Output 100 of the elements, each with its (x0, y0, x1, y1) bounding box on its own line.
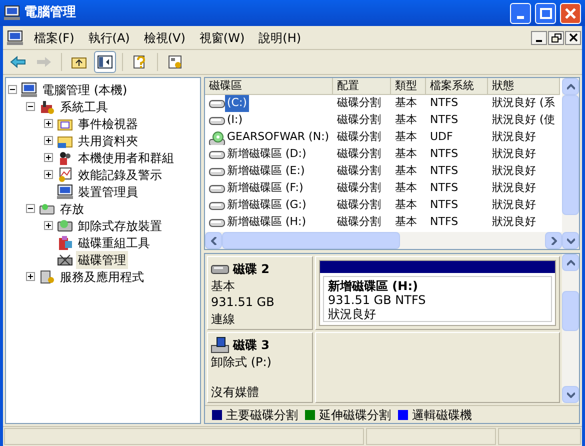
legend-label: 主要磁碟分割 (226, 406, 298, 424)
menu-item[interactable]: 視窗(W) (192, 28, 252, 46)
minimize-button[interactable] (531, 30, 547, 44)
close-icon (568, 33, 578, 42)
volume-name[interactable]: 新增磁碟區 (H:) (225, 214, 308, 231)
volume-name[interactable]: 新增磁碟區 (F:) (225, 180, 306, 197)
column-header[interactable]: 磁碟區 (205, 78, 333, 95)
collapse-icon[interactable] (26, 204, 35, 213)
column-header[interactable]: 類型 (391, 78, 426, 95)
table-cell-text: 狀況良好 (492, 146, 536, 162)
scroll-thumb[interactable] (562, 291, 579, 331)
menu-item[interactable]: 檔案(F) (27, 28, 82, 46)
table-cell-text: 基本 (395, 197, 417, 214)
collapse-icon[interactable] (26, 102, 35, 111)
table-cell-text: 磁碟分割 (337, 112, 381, 128)
disk-name: 磁碟 3 (233, 337, 270, 354)
table-cell-text: 磁碟分割 (337, 129, 381, 146)
maximize-button[interactable] (535, 2, 556, 24)
partition-size: 931.51 GB NTFS (328, 293, 427, 307)
table-cell-text: 磁碟分割 (337, 95, 381, 112)
collapse-icon[interactable] (8, 85, 17, 94)
table-cell-text: 狀況良好 (492, 129, 536, 146)
column-header[interactable]: 狀態 (488, 78, 560, 95)
table-cell-text: 狀況良好 (使 (492, 112, 555, 128)
table-cell-text: 磁碟分割 (337, 163, 381, 180)
table-cell-text: 磁碟分割 (337, 214, 381, 230)
tree-item[interactable]: 事件檢視器 (76, 114, 140, 132)
back-arrow-icon (10, 54, 26, 70)
cd-drive-icon (209, 130, 225, 144)
legend-label: 延伸磁碟分割 (319, 406, 391, 424)
computer-icon (57, 184, 73, 200)
scroll-thumb[interactable] (222, 232, 400, 249)
table-cell-text: NTFS (430, 214, 458, 230)
disk-detail: 沒有媒體 (211, 384, 260, 400)
computer-icon (21, 82, 37, 98)
removable-disk-icon (211, 337, 229, 353)
tree-item[interactable]: 裝置管理員 (76, 182, 140, 200)
scroll-down-button[interactable] (562, 232, 579, 249)
table-cell-text: UDF (430, 129, 453, 146)
volume-name[interactable]: 新增磁碟區 (G:) (225, 197, 308, 214)
window-title: 電腦管理 (24, 4, 77, 22)
tree-item[interactable]: 本機使用者和群組 (76, 148, 176, 166)
expand-icon[interactable] (44, 170, 53, 179)
expand-icon[interactable] (44, 153, 53, 162)
volume-name[interactable]: 新增磁碟區 (D:) (225, 146, 308, 163)
tree-item[interactable]: 電腦管理 (本機) (40, 80, 130, 98)
table-cell-text: 磁碟分割 (337, 180, 381, 196)
disk-detail: 基本 (211, 278, 236, 294)
close-icon (565, 8, 576, 18)
scroll-thumb[interactable] (562, 95, 579, 215)
disk-name: 磁碟 2 (233, 261, 270, 278)
tree-item[interactable]: 系統工具 (58, 98, 110, 116)
column-header[interactable]: 檔案系統 (426, 78, 488, 95)
tree-item[interactable]: 磁碟管理 (76, 250, 128, 268)
scroll-up-button[interactable] (562, 254, 579, 271)
tree-item[interactable]: 存放 (58, 200, 86, 218)
scroll-left-button[interactable] (205, 232, 222, 249)
partition-status: 狀況良好 (328, 307, 377, 321)
help-document-icon (132, 54, 148, 70)
menu-item[interactable]: 檢視(V) (136, 28, 192, 46)
volume-name[interactable]: (I:) (225, 112, 245, 129)
table-cell-text: NTFS (430, 112, 458, 128)
table-cell-text: NTFS (430, 95, 458, 112)
table-cell-text: NTFS (430, 163, 458, 180)
tree-item[interactable]: 效能記錄及警示 (76, 166, 164, 184)
table-cell-text: NTFS (430, 146, 458, 162)
table-cell-text: 基本 (395, 180, 417, 196)
tree-item[interactable]: 服務及應用程式 (58, 268, 146, 286)
table-cell-text: 狀況良好 (492, 163, 536, 180)
minimize-icon (536, 40, 542, 42)
table-cell-text: 磁碟分割 (337, 146, 381, 162)
table-cell-text: 基本 (395, 112, 417, 128)
menu-item[interactable]: 執行(A) (81, 28, 137, 46)
defrag-icon (57, 234, 73, 250)
scroll-up-button[interactable] (562, 78, 579, 95)
scroll-down-button[interactable] (562, 386, 579, 403)
expand-icon[interactable] (44, 221, 53, 230)
expand-icon[interactable] (44, 136, 53, 145)
tree-item[interactable]: 共用資料夾 (76, 132, 140, 150)
volume-name[interactable]: (C:) (225, 95, 249, 112)
panes-button[interactable] (94, 51, 116, 73)
expand-icon[interactable] (44, 119, 53, 128)
tree-item[interactable]: 卸除式存放裝置 (76, 216, 164, 234)
disk-detail: 連線 (211, 311, 236, 327)
close-button[interactable] (565, 30, 581, 44)
menu-item[interactable]: 說明(H) (252, 28, 308, 46)
volume-name[interactable]: 新增磁碟區 (E:) (225, 163, 307, 180)
tree-item[interactable]: 磁碟重組工具 (76, 234, 152, 252)
scroll-right-button[interactable] (545, 232, 562, 249)
table-cell-text: 基本 (395, 214, 417, 230)
restore-button[interactable] (548, 30, 564, 44)
forward-arrow-icon (36, 54, 52, 70)
table-cell-text: 磁碟分割 (337, 197, 381, 214)
expand-icon[interactable] (26, 272, 35, 281)
table-cell-text: 狀況良好 (系 (492, 95, 555, 112)
table-cell-text: 狀況良好 (492, 180, 536, 196)
table-cell-text: 基本 (395, 129, 417, 146)
properties-icon (167, 54, 183, 70)
volume-name[interactable]: GEARSOFWAR (N:) (225, 129, 332, 146)
column-header[interactable]: 配置 (333, 78, 391, 95)
